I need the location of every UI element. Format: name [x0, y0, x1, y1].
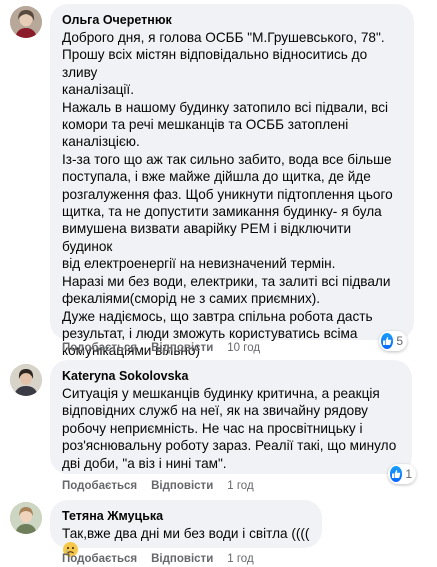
comment-text-line: Із-за того що аж так сильно забито, вода… — [62, 151, 392, 167]
comment-timestamp[interactable]: 1 год — [227, 553, 253, 565]
comment-text-line: відповідних служб на неї, як на звичайну… — [62, 403, 368, 419]
reaction-count: 5 — [396, 334, 403, 348]
reaction-badge[interactable]: 1 — [388, 464, 416, 484]
comment-bubble: Ольга Очеретнюк Доброго дня, я голова ОС… — [50, 4, 414, 358]
comment-bubble: Kateryna Sokolovska Ситуація у мешканців… — [50, 360, 412, 474]
comment-text-line: щитка, та не допустити замикання будинку… — [62, 204, 382, 220]
comment-timestamp[interactable]: 1 год — [227, 480, 253, 492]
comment-text-line: роз'яснювальну роботу зараз. Реалії такі… — [62, 438, 397, 454]
comment-text-line: Прошу всіх містян відповідально відносит… — [62, 47, 368, 80]
comment-timestamp[interactable]: 10 год — [227, 342, 260, 354]
comment-author[interactable]: Ольга Очеретнюк — [62, 12, 402, 28]
avatar[interactable] — [10, 502, 42, 534]
comment-author[interactable]: Kateryna Sokolovska — [62, 368, 400, 384]
reaction-badge[interactable]: 5 — [379, 331, 407, 351]
like-button[interactable]: Подобається — [62, 342, 137, 354]
comment-text-line: Наразі ми без води, електрики, та залиті… — [62, 273, 391, 289]
comment-text-line: фекаліями(сморід не з самих приємних). — [62, 291, 321, 307]
like-icon — [390, 466, 403, 482]
avatar[interactable] — [10, 364, 42, 396]
reply-button[interactable]: Відповісти — [151, 480, 213, 492]
comment-text-line: Дуже надіємось, що завтра спільна робота… — [62, 308, 373, 324]
comment-text-line: каналізцією. — [62, 134, 140, 150]
like-button[interactable]: Подобається — [62, 480, 137, 492]
comment-text-line: від електроенергії на невизначений термі… — [62, 256, 336, 272]
comment-text-line: комори та речі мешканців та ОСББ затопле… — [62, 117, 349, 133]
comment-actions: Подобається Відповісти 1 год — [62, 478, 254, 494]
like-button[interactable]: Подобається — [62, 553, 137, 565]
comment-text: Доброго дня, я голова ОСББ "М.Грушевсько… — [62, 29, 402, 360]
reply-button[interactable]: Відповісти — [151, 553, 213, 565]
reaction-count: 1 — [405, 467, 412, 481]
avatar[interactable] — [10, 6, 42, 38]
comment-text-line: каналізації. — [62, 82, 134, 98]
like-icon — [381, 333, 394, 349]
reply-button[interactable]: Відповісти — [151, 342, 213, 354]
comment-text-line: Ситуація у мешканців будинку критична, а… — [62, 386, 380, 401]
comment-text-line: Так,вже два дні ми без води і світла (((… — [62, 526, 310, 541]
comment-text-line: Доброго дня, я голова ОСББ "М.Грушевсько… — [62, 30, 385, 45]
comment-bubble: Тетяна Жмуцька Так,вже два дні ми без во… — [50, 500, 322, 558]
comment-text-line: дві доби, "а віз і нині там". — [62, 455, 227, 471]
comment-text-line: вимушена визвати аварійку РЕМ і відключи… — [62, 221, 352, 254]
comment-actions: Подобається Відповісти 10 год — [62, 340, 260, 356]
comment-actions: Подобається Відповісти 1 год — [62, 551, 254, 567]
comment-text: Ситуація у мешканців будинку критична, а… — [62, 385, 400, 472]
comment-author[interactable]: Тетяна Жмуцька — [62, 508, 310, 524]
comment-text-line: поступала, і вже майже дійшла до щитка, … — [62, 169, 371, 185]
comment-text-line: Нажаль в нашому будинку затопило всі під… — [62, 99, 389, 115]
comment-text-line: робочу неприємність. Не час на просвітни… — [62, 420, 363, 436]
comment-text-line: розгалуження фаз. Щоб уникнути підтоплен… — [62, 186, 393, 202]
